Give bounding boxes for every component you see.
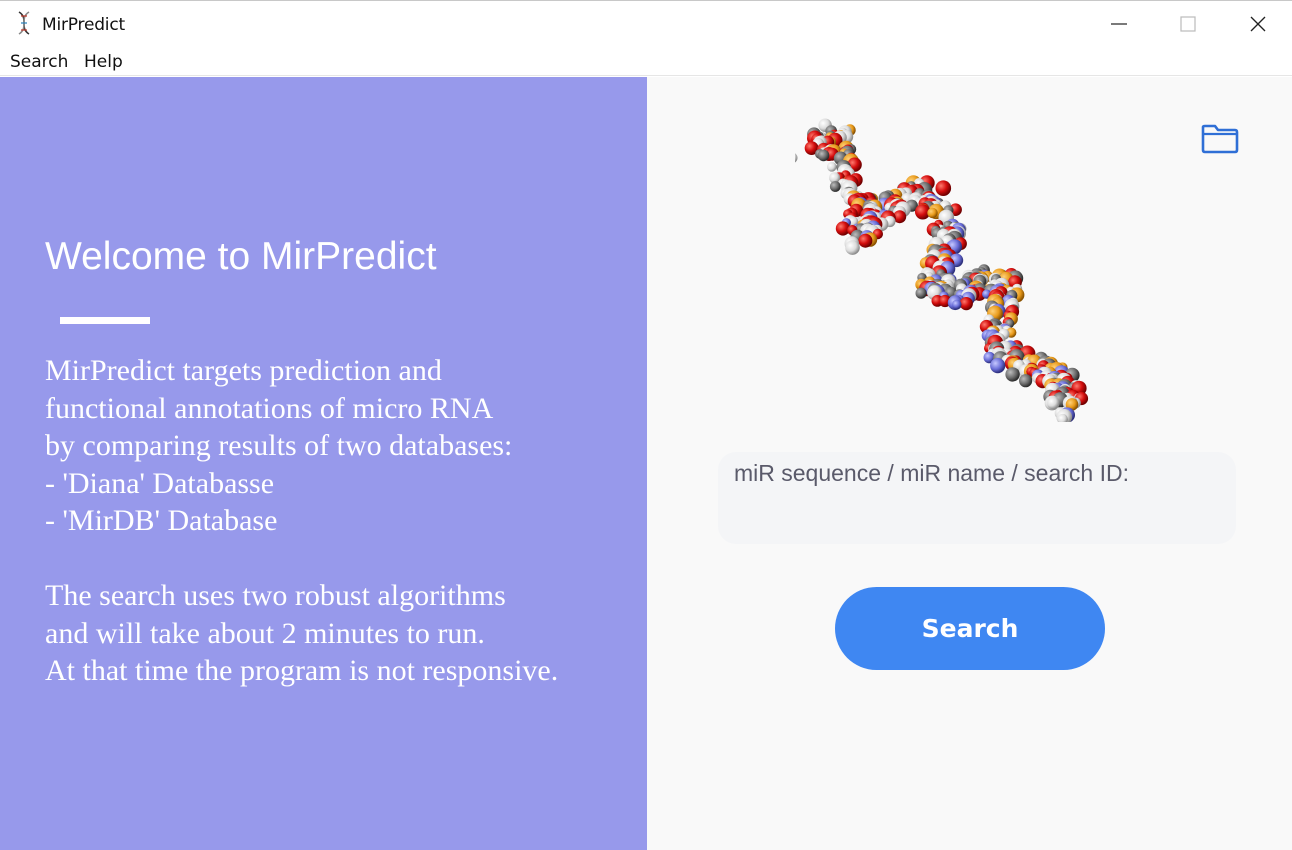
molecule-atom	[1005, 367, 1020, 382]
molecule-atom	[829, 181, 841, 192]
minimize-button[interactable]	[1097, 1, 1143, 47]
menu-item-help[interactable]: Help	[84, 52, 123, 72]
maximize-icon	[1180, 16, 1196, 32]
search-input[interactable]	[718, 452, 1236, 544]
molecule-atom	[959, 297, 973, 311]
rna-molecule-illustration	[795, 118, 1089, 422]
molecule-atom	[1047, 396, 1060, 410]
molecule-atom	[845, 240, 860, 255]
heading-divider	[60, 317, 150, 324]
search-button[interactable]: Search	[835, 587, 1105, 670]
dna-icon	[18, 11, 30, 35]
menu-bar: Search Help	[0, 46, 1292, 76]
title-bar: MirPredict	[0, 0, 1292, 46]
molecule-atom	[952, 299, 962, 310]
molecule-atom	[990, 358, 1006, 374]
folder-icon[interactable]	[1200, 120, 1240, 156]
window-title: MirPredict	[42, 15, 125, 35]
molecule-atom	[927, 207, 938, 219]
close-button[interactable]	[1235, 1, 1281, 47]
search-panel: Search	[647, 77, 1292, 850]
app-description: MirPredict targets prediction and functi…	[45, 354, 559, 687]
molecule-atom	[915, 287, 927, 299]
molecule-atom	[858, 233, 873, 248]
molecule-atom	[1019, 374, 1033, 388]
molecule-atom	[795, 153, 798, 163]
minimize-icon	[1111, 23, 1127, 25]
welcome-heading: Welcome to MirPredict	[45, 235, 437, 278]
molecule-atom	[827, 162, 837, 172]
menu-item-search[interactable]: Search	[10, 52, 68, 72]
welcome-panel: Welcome to MirPredict MirPredict targets…	[0, 77, 647, 850]
molecule-atom	[817, 149, 830, 162]
maximize-button[interactable]	[1165, 1, 1211, 47]
molecule-atom	[935, 180, 952, 196]
close-icon	[1250, 16, 1266, 32]
